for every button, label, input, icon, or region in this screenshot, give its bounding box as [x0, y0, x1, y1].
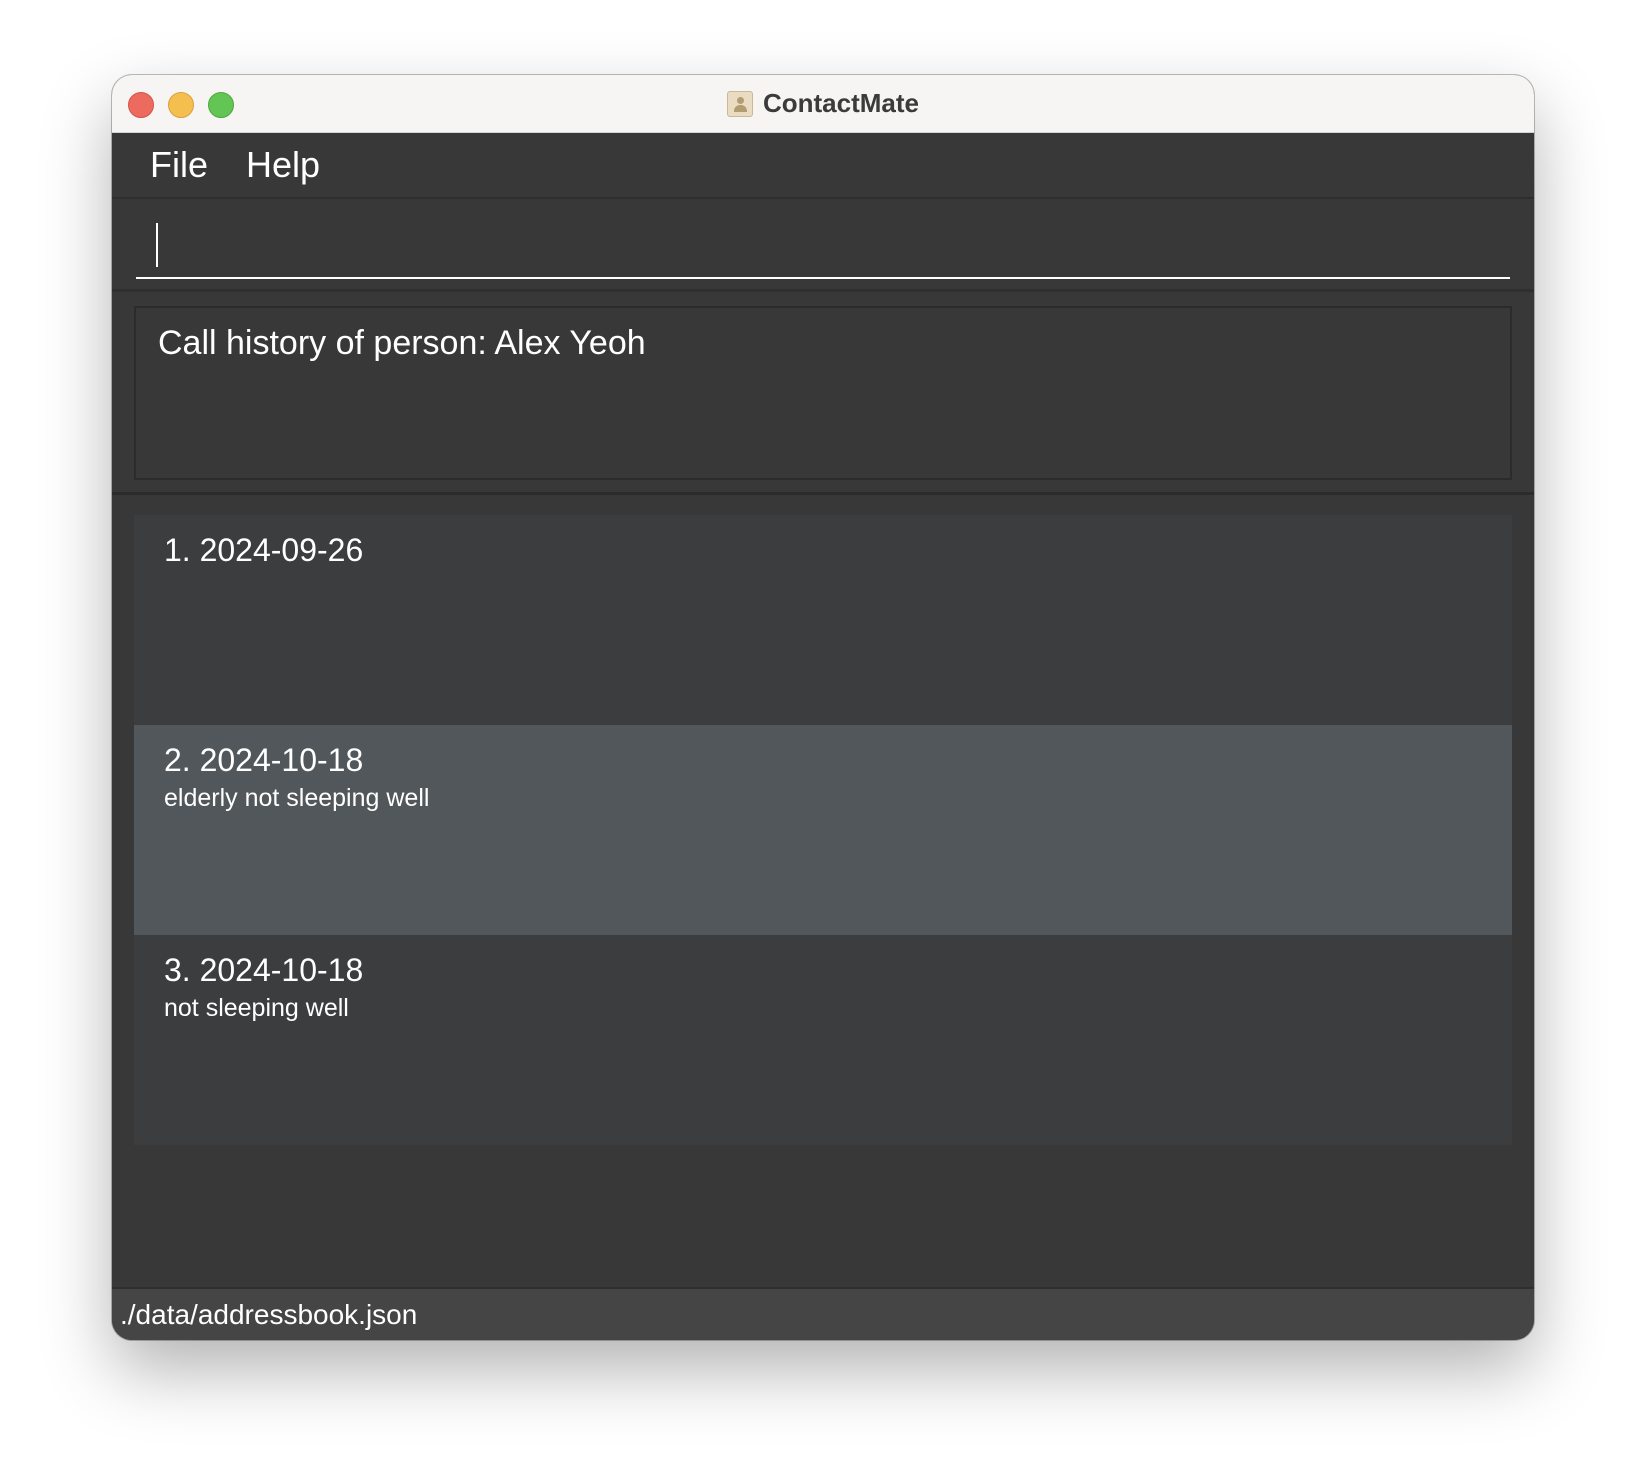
call-history-item[interactable]: 1. 2024-09-26 — [134, 515, 1512, 725]
menu-bar: File Help — [112, 133, 1534, 199]
call-entry-header: 2. 2024-10-18 — [164, 742, 364, 778]
status-bar: ./data/addressbook.json — [112, 1287, 1534, 1340]
contact-book-icon — [726, 90, 753, 117]
call-history-item-selected[interactable]: 2. 2024-10-18 elderly not sleeping well — [134, 725, 1512, 935]
data-file-path: ./data/addressbook.json — [120, 1299, 418, 1330]
call-entry-note: elderly not sleeping well — [164, 784, 430, 812]
call-entry-header: 1. 2024-09-26 — [164, 532, 364, 568]
command-box-area — [112, 199, 1534, 292]
call-history-item[interactable]: 3. 2024-10-18 not sleeping well — [134, 935, 1512, 1145]
text-caret — [156, 223, 158, 267]
call-history-list[interactable]: 1. 2024-09-26 2. 2024-10-18 elderly not … — [134, 515, 1512, 1145]
command-input[interactable] — [136, 209, 1510, 279]
panel-divider — [112, 492, 1534, 495]
window-title-group: ContactMate — [112, 75, 1534, 132]
title-bar: ContactMate — [112, 75, 1534, 133]
app-window: ContactMate File Help Call history of pe… — [112, 75, 1534, 1340]
menu-file[interactable]: File — [146, 144, 212, 186]
menu-help[interactable]: Help — [242, 144, 324, 186]
window-title: ContactMate — [762, 88, 919, 118]
call-entry-header: 3. 2024-10-18 — [164, 952, 364, 988]
call-entry-note: not sleeping well — [164, 994, 349, 1022]
result-message: Call history of person: Alex Yeoh — [158, 324, 646, 362]
result-display[interactable]: Call history of person: Alex Yeoh — [134, 306, 1512, 480]
